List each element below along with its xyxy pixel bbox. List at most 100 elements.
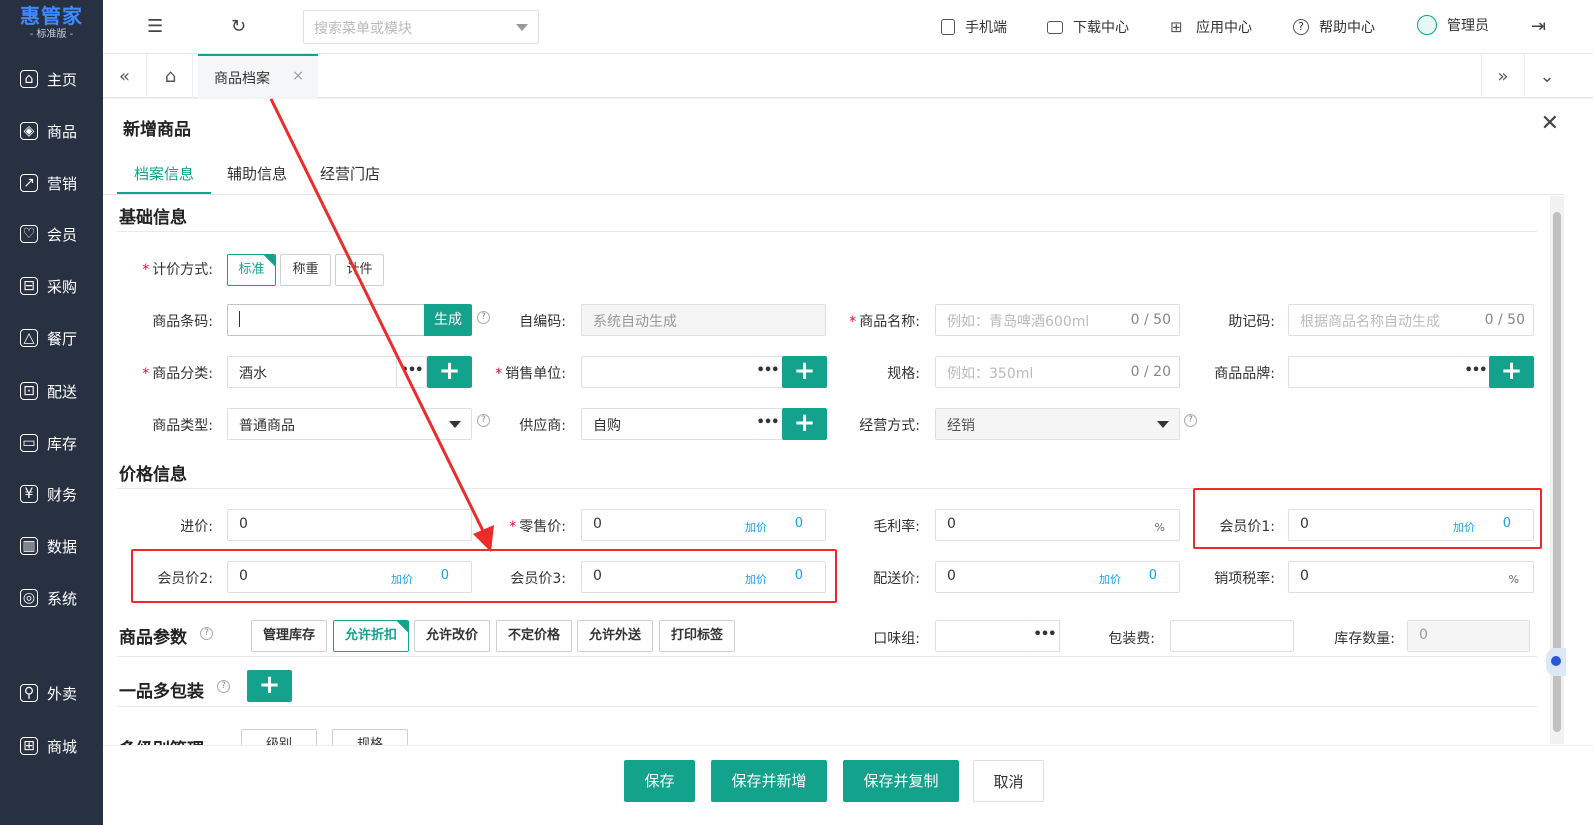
download-center-link[interactable]: 下载中心 [1047,17,1129,37]
markup-label[interactable]: 加价 [1099,571,1121,587]
add-supplier-button[interactable]: + [782,408,827,440]
save-button[interactable]: 保存 [624,760,695,802]
sidebar-item-system[interactable]: ◎ 系统 [0,578,103,618]
help-icon[interactable]: ? [217,680,230,693]
unit-more-button[interactable]: ••• [753,356,783,388]
sidebar-item-label: 商城 [47,737,78,756]
level-button[interactable]: 级别 [241,729,317,745]
toggle-manage-stock[interactable]: 管理库存 [251,620,327,652]
tab-archive-info[interactable]: 档案信息 [134,163,194,184]
markup-label[interactable]: 加价 [745,519,767,535]
logout-icon[interactable]: ⇥ [1531,16,1546,37]
brand-input[interactable] [1288,356,1462,388]
sidebar-item-marketing[interactable]: ↗ 营销 [0,163,103,203]
save-and-new-button[interactable]: 保存并新增 [711,760,827,802]
generate-barcode-button[interactable]: 生成 [424,304,472,336]
app-logo[interactable]: 惠管家 - 标准版 - [0,0,103,50]
close-icon[interactable]: ✕ [1541,111,1559,136]
goods-name-input[interactable]: 例如：青岛啤酒600ml 0 / 50 [935,304,1180,336]
help-icon[interactable]: ? [1184,414,1197,427]
save-and-copy-button[interactable]: 保存并复制 [843,760,959,802]
add-package-button[interactable]: + [247,670,292,702]
tab-stores[interactable]: 经营门店 [320,163,380,184]
toggle-unfixed-price[interactable]: 不定价格 [496,620,572,652]
add-unit-button[interactable]: + [782,356,827,388]
sidebar-item-label: 采购 [47,277,78,296]
toggle-allow-delivery[interactable]: 允许外送 [577,620,653,652]
section-basic-title: 基础信息 [119,208,187,228]
sidebar-item-data[interactable]: ▥ 数据 [0,526,103,566]
business-mode-select[interactable]: 经销 [935,408,1180,440]
sidebar-item-label: 会员 [47,225,78,244]
toggle-allow-discount[interactable]: 允许折扣 [333,620,409,652]
box-icon: ◈ [20,122,38,140]
menu-collapse-icon[interactable]: ☰ [147,16,163,37]
selfcode-input[interactable]: 系统自动生成 [581,304,826,336]
apps-grid-icon: ⊞ [1170,18,1183,36]
toggle-allow-price-change[interactable]: 允许改价 [414,620,490,652]
barcode-label: 商品条码: [152,314,213,330]
category-more-button[interactable]: ••• [397,356,427,388]
brand-more-button[interactable]: ••• [1461,356,1491,388]
pack-fee-input[interactable] [1170,620,1294,652]
goods-type-select[interactable]: 普通商品 [227,408,472,440]
supplier-more-button[interactable]: ••• [753,408,783,440]
sidebar-item-takeout[interactable]: ⚲ 外卖 [0,673,103,713]
delivery-price-input[interactable]: 0 加价 0 [935,561,1180,593]
spec-input[interactable]: 例如：350ml 0 / 20 [935,356,1180,388]
sidebar-item-inventory[interactable]: ▭ 库存 [0,423,103,463]
help-icon[interactable]: ? [477,414,490,427]
tab-goods-archive[interactable]: 商品档案 × [198,54,318,98]
sidebar-item-restaurant[interactable]: △ 餐厅 [0,318,103,358]
cost-price-input[interactable]: 0 [227,509,472,541]
float-assistant-icon[interactable] [1546,648,1566,676]
category-input[interactable]: 酒水 [227,356,397,388]
retail-price-input[interactable]: 0 加价 0 [581,509,826,541]
top-bar: ☰ ↻ 搜索菜单或模块 手机端 下载中心 ⊞ 应用中心 ? 帮助中心 管理员 ⇥ [103,0,1593,54]
mobile-link[interactable]: 手机端 [941,17,1007,37]
pricing-piece-option[interactable]: 计件 [335,254,384,286]
category-label: * 商品分类: [142,366,213,382]
flavor-more-button[interactable]: ••• [1030,620,1060,652]
search-placeholder: 搜索菜单或模块 [314,21,412,37]
help-center-link[interactable]: ? 帮助中心 [1293,17,1375,37]
sidebar-item-finance[interactable]: ¥ 财务 [0,474,103,514]
refresh-icon[interactable]: ↻ [231,16,246,37]
new-goods-dialog: 新增商品 ✕ 档案信息 辅助信息 经营门店 基础信息 * 计价方式: 标准 称重 … [103,99,1593,825]
cancel-button[interactable]: 取消 [973,760,1044,802]
barcode-input[interactable] [227,304,425,336]
help-icon[interactable]: ? [200,627,213,640]
app-center-link[interactable]: ⊞ 应用中心 [1170,17,1252,37]
mnemonic-input[interactable]: 根据商品名称自动生成 0 / 50 [1288,304,1534,336]
tabs-scroll-right-icon[interactable]: » [1481,54,1525,98]
help-icon[interactable]: ? [477,311,490,324]
sidebar-item-label: 主页 [47,70,78,89]
sidebar-item-home[interactable]: ⌂ 主页 [0,59,103,99]
menu-search-input[interactable]: 搜索菜单或模块 [303,10,539,44]
sidebar-item-goods[interactable]: ◈ 商品 [0,111,103,151]
multilevel-row-clip: 多级别管理 级别 规格 [103,719,1543,745]
tabs-dropdown-icon[interactable]: ⌄ [1525,54,1569,98]
tax-rate-input[interactable]: 0% [1288,561,1534,593]
flavor-group-input[interactable] [935,620,1031,652]
user-menu[interactable]: 管理员 [1417,15,1489,35]
tabs-scroll-left-icon[interactable]: « [103,54,147,98]
add-brand-button[interactable]: + [1489,356,1534,388]
supplier-input[interactable]: 自购 [581,408,754,440]
sales-unit-input[interactable] [581,356,754,388]
stock-qty-input[interactable]: 0 [1407,620,1530,652]
toggle-print-label[interactable]: 打印标签 [659,620,735,652]
close-tab-icon[interactable]: × [292,68,304,84]
pricing-weight-option[interactable]: 称重 [280,254,331,286]
user-name: 管理员 [1447,18,1489,34]
sidebar-item-purchase[interactable]: ⊟ 采购 [0,266,103,306]
home-tab-icon[interactable]: ⌂ [149,54,193,98]
add-category-button[interactable]: + [427,356,472,388]
sidebar-item-delivery[interactable]: ⊡ 配送 [0,371,103,411]
spec-level-button[interactable]: 规格 [332,729,408,745]
tab-aux-info[interactable]: 辅助信息 [227,163,287,184]
pricing-standard-option[interactable]: 标准 [227,254,276,286]
margin-input[interactable]: 0% [935,509,1180,541]
sidebar-item-mall[interactable]: ⊞ 商城 [0,726,103,766]
sidebar-item-member[interactable]: ♡ 会员 [0,214,103,254]
